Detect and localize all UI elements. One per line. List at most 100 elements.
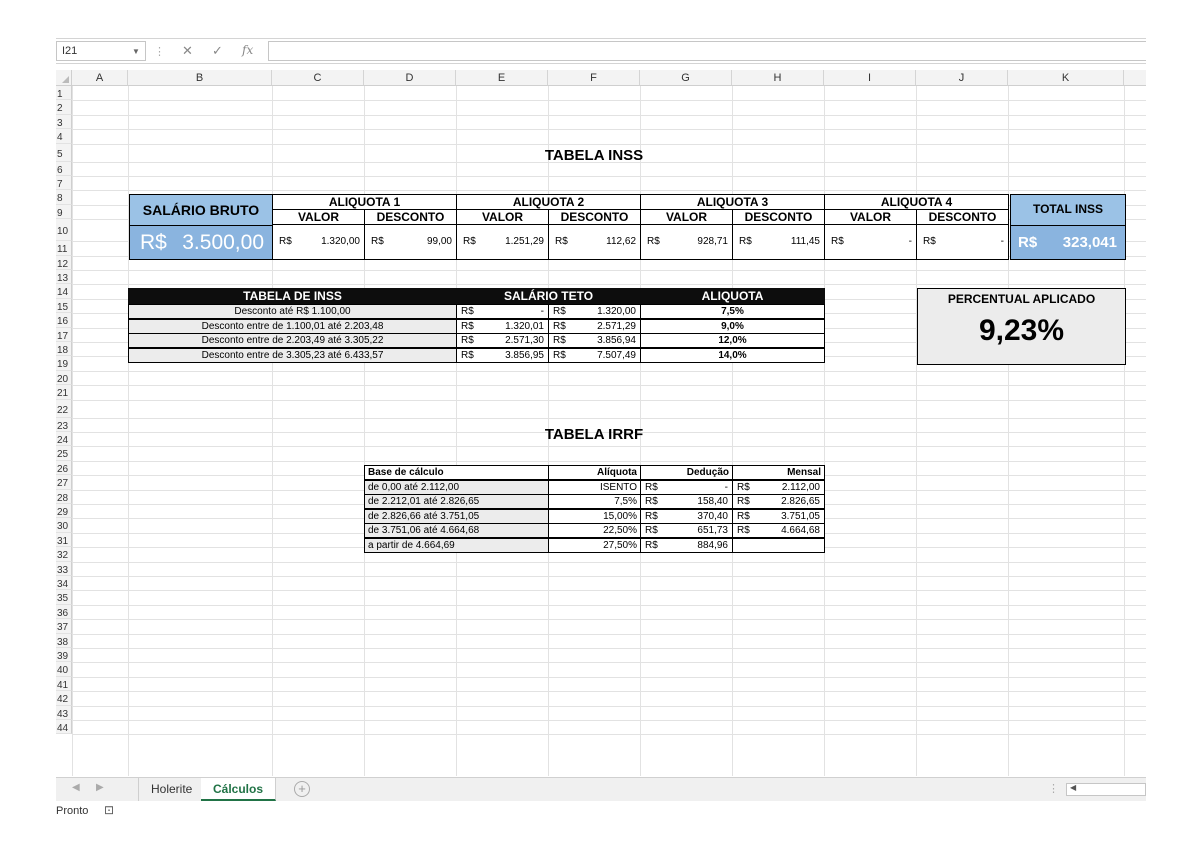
desconto-cell[interactable]: R$ 111,45 [732,224,825,260]
spreadsheet-grid[interactable]: ABCDEFGHIJK 1 2 3 4 5 6 7 8 9 10 11 12 13 14 15 16 17 18 1… [56,70,1146,776]
row-header[interactable]: 5 [56,143,72,162]
column-header[interactable]: F [548,70,640,86]
column-header[interactable]: C [272,70,364,86]
row-header[interactable]: 11 [56,241,72,256]
row-header[interactable]: 2 [56,100,72,115]
row-header[interactable]: 3 [56,114,72,130]
desconto-cell[interactable]: R$ - [916,224,1009,260]
irrf-cell-ded[interactable]: R$ 370,40 [640,508,733,524]
irrf-cell-base[interactable]: a partir de 4.664,69 [364,537,549,553]
row-header[interactable]: 8 [56,190,72,205]
aliquota-header[interactable]: ALIQUOTA 3 [640,194,825,210]
valor-cell[interactable]: R$ - [824,224,917,260]
irrf-cell-rate[interactable]: 22,50% [548,523,641,539]
irrf-cell-ded[interactable]: R$ - [640,479,733,495]
irrf-header[interactable]: Mensal [732,465,825,480]
total-inss-label-cell[interactable]: TOTAL INSS [1010,194,1126,226]
row-header[interactable]: 19 [56,356,72,371]
column-header[interactable]: K [1008,70,1124,86]
row-header[interactable]: 7 [56,176,72,191]
inss-row-min[interactable]: R$ 1.320,01 [456,318,549,334]
inss-row-min[interactable]: R$ - [456,304,549,319]
inss-row-max[interactable]: R$ 1.320,00 [548,304,641,319]
cancel-icon[interactable]: ✕ [182,43,193,59]
irrf-cell-ded[interactable]: R$ 884,96 [640,537,733,553]
row-header[interactable]: 12 [56,255,72,270]
tab-holerite[interactable]: Holerite [138,778,206,801]
row-header[interactable]: 25 [56,446,72,461]
column-header[interactable]: G [640,70,732,86]
column-header[interactable]: B [128,70,272,86]
percentual-box[interactable]: PERCENTUAL APLICADO 9,23% [917,288,1126,365]
column-header[interactable]: E [456,70,548,86]
column-header[interactable]: I [824,70,916,86]
row-header[interactable]: 17 [56,327,72,342]
row-header[interactable]: 33 [56,561,72,576]
row-header[interactable]: 29 [56,504,72,519]
macro-recorder-icon[interactable]: ⊡ [104,803,114,817]
inss-row-rate[interactable]: 9,0% [640,318,825,334]
row-header[interactable]: 16 [56,313,72,328]
irrf-header[interactable]: Alíquota [548,465,641,480]
row-header[interactable]: 37 [56,619,72,634]
row-header[interactable]: 23 [56,417,72,432]
row-header[interactable]: 18 [56,342,72,357]
column-header[interactable]: H [732,70,824,86]
row-header[interactable]: 31 [56,532,72,548]
inss-row-rate[interactable]: 7,5% [640,304,825,319]
irrf-cell-mensal[interactable]: R$ 4.664,68 [732,523,825,539]
desconto-header[interactable]: DESCONTO [916,209,1009,225]
irrf-cell-base[interactable]: de 3.751,06 até 4.664,68 [364,523,549,539]
row-header[interactable]: 6 [56,161,72,176]
next-sheet-icon[interactable]: ▶ [96,782,104,793]
row-header[interactable]: 22 [56,399,72,418]
tab-calculos[interactable]: Cálculos [201,778,277,801]
row-header[interactable]: 4 [56,129,72,144]
row-header[interactable]: 40 [56,662,72,677]
salary-value-cell[interactable]: R$ 3.500,00 [129,225,273,260]
irrf-cell-rate[interactable]: 27,50% [548,537,641,553]
row-header[interactable]: 10 [56,219,72,242]
row-header[interactable]: 39 [56,648,72,663]
inss-row-rate[interactable]: 14,0% [640,347,825,363]
irrf-header[interactable]: Base de cálculo [364,465,549,480]
inss-row-min[interactable]: R$ 3.856,95 [456,347,549,363]
irrf-cell-mensal[interactable]: R$ 3.751,05 [732,508,825,524]
row-header[interactable]: 36 [56,604,72,620]
column-header[interactable]: A [72,70,128,86]
valor-cell[interactable]: R$ 1.251,29 [456,224,549,260]
confirm-icon[interactable]: ✓ [212,43,223,59]
valor-header[interactable]: VALOR [824,209,917,225]
row-header[interactable]: 21 [56,385,72,400]
row-header[interactable]: 13 [56,270,72,285]
row-header[interactable]: 28 [56,489,72,504]
row-header[interactable]: 43 [56,705,72,720]
row-header[interactable]: 32 [56,547,72,562]
aliquota-header[interactable]: ALIQUOTA 1 [272,194,457,210]
valor-header[interactable]: VALOR [456,209,549,225]
select-all-corner[interactable] [56,70,72,86]
valor-header[interactable]: VALOR [272,209,365,225]
inss-row-desc[interactable]: Desconto entre de 3.305,23 até 6.433,57 [128,347,457,363]
column-header[interactable]: D [364,70,456,86]
row-header[interactable]: 26 [56,460,72,476]
row-header[interactable]: 20 [56,370,72,386]
function-icon[interactable]: fx [242,43,253,57]
row-header[interactable]: 15 [56,298,72,314]
irrf-cell-mensal[interactable]: R$ 2.826,65 [732,494,825,510]
valor-header[interactable]: VALOR [640,209,733,225]
row-header[interactable]: 27 [56,475,72,490]
desconto-header[interactable]: DESCONTO [732,209,825,225]
inss-row-min[interactable]: R$ 2.571,30 [456,333,549,348]
chevron-down-icon[interactable]: ▼ [132,47,140,56]
inss-row-rate[interactable]: 12,0% [640,333,825,348]
irrf-cell-base[interactable]: de 2.212,01 até 2.826,65 [364,494,549,510]
inss-row-max[interactable]: R$ 7.507,49 [548,347,641,363]
desconto-header[interactable]: DESCONTO [364,209,457,225]
valor-cell[interactable]: R$ 1.320,00 [272,224,365,260]
aliquota-header[interactable]: ALIQUOTA 4 [824,194,1009,210]
column-header[interactable]: J [916,70,1008,86]
irrf-cell-mensal[interactable]: R$ 2.112,00 [732,479,825,495]
desconto-cell[interactable]: R$ 99,00 [364,224,457,260]
row-header[interactable]: 42 [56,691,72,706]
